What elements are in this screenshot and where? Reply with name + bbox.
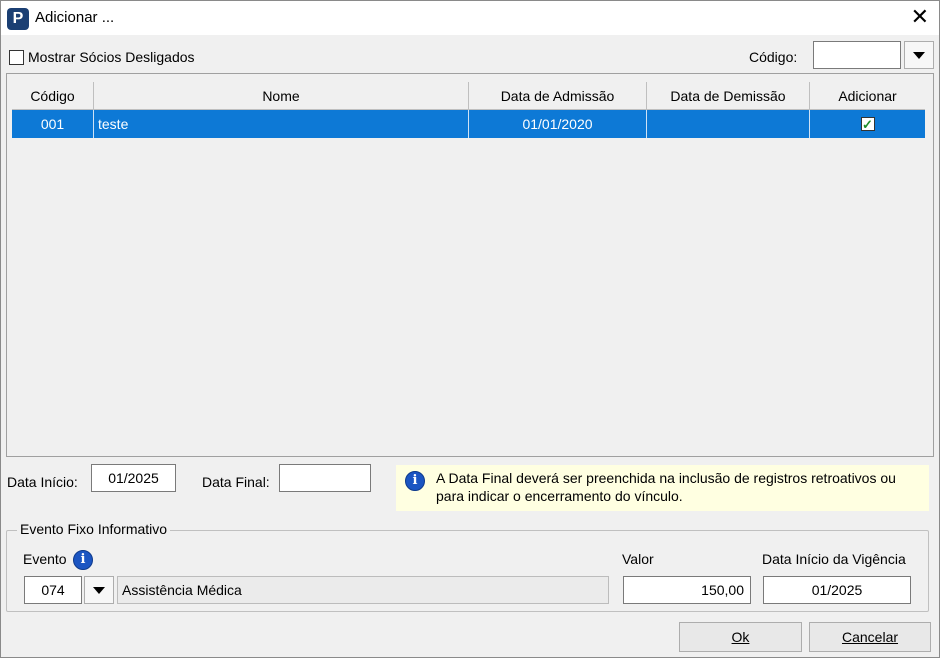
window-title: Adicionar ... <box>35 9 115 26</box>
cell-adicionar: ✓ <box>810 110 925 138</box>
table-row[interactable]: 001 teste 01/01/2020 ✓ <box>12 110 925 138</box>
vigencia-label: Data Início da Vigência <box>762 551 906 567</box>
dialog-window: P Adicionar ... ✕ Mostrar Sócios Desliga… <box>0 0 940 658</box>
data-final-label: Data Final: <box>202 474 270 490</box>
show-inactive-label: Mostrar Sócios Desligados <box>28 49 195 65</box>
codigo-dropdown-button[interactable] <box>904 41 934 69</box>
close-icon[interactable]: ✕ <box>911 5 929 29</box>
codigo-label: Código: <box>749 49 798 65</box>
chevron-down-icon <box>913 51 925 59</box>
adicionar-checkbox[interactable]: ✓ <box>860 117 875 131</box>
evento-dropdown-button[interactable] <box>84 576 114 604</box>
column-header-adicionar[interactable]: Adicionar <box>810 82 925 109</box>
vigencia-input[interactable]: 01/2025 <box>763 576 911 604</box>
info-line-2: para indicar o encerramento do vínculo. <box>436 488 683 504</box>
cell-demissao <box>647 110 810 138</box>
data-final-input[interactable] <box>279 464 371 492</box>
cell-codigo: 001 <box>12 110 94 138</box>
evento-description: Assistência Médica <box>117 576 609 604</box>
valor-label: Valor <box>622 551 654 567</box>
data-inicio-input[interactable]: 01/2025 <box>91 464 176 492</box>
data-inicio-label: Data Início: <box>7 474 78 490</box>
cancel-button-label: Cancelar <box>841 629 899 645</box>
column-header-nome[interactable]: Nome <box>94 82 469 109</box>
socios-grid: Código Nome Data de Admissão Data de Dem… <box>6 73 934 457</box>
codigo-input[interactable] <box>813 41 901 69</box>
grid-header: Código Nome Data de Admissão Data de Dem… <box>12 82 925 110</box>
column-header-admissao[interactable]: Data de Admissão <box>469 82 647 109</box>
cell-admissao: 01/01/2020 <box>469 110 647 138</box>
info-line-1: A Data Final deverá ser preenchida na in… <box>436 470 896 486</box>
valor-input[interactable]: 150,00 <box>623 576 751 604</box>
evento-code-input[interactable]: 074 <box>24 576 82 604</box>
info-icon: i <box>405 471 425 491</box>
show-inactive-checkbox[interactable] <box>9 50 24 65</box>
chevron-down-icon <box>93 586 105 594</box>
app-logo-icon: P <box>7 8 29 30</box>
evento-label: Evento <box>23 551 67 567</box>
evento-groupbox: Evento Fixo Informativo Evento i 074 Ass… <box>6 521 929 612</box>
ok-button[interactable]: Ok <box>679 622 802 652</box>
column-header-codigo[interactable]: Código <box>12 82 94 109</box>
column-header-demissao[interactable]: Data de Demissão <box>647 82 810 109</box>
evento-info-icon[interactable]: i <box>73 550 93 570</box>
info-message: i A Data Final deverá ser preenchida na … <box>396 465 929 511</box>
title-bar: P Adicionar ... ✕ <box>1 1 939 35</box>
cell-nome: teste <box>94 110 469 138</box>
cancel-button[interactable]: Cancelar <box>809 622 931 652</box>
evento-group-title: Evento Fixo Informativo <box>17 521 171 537</box>
ok-button-label: Ok <box>731 629 750 645</box>
